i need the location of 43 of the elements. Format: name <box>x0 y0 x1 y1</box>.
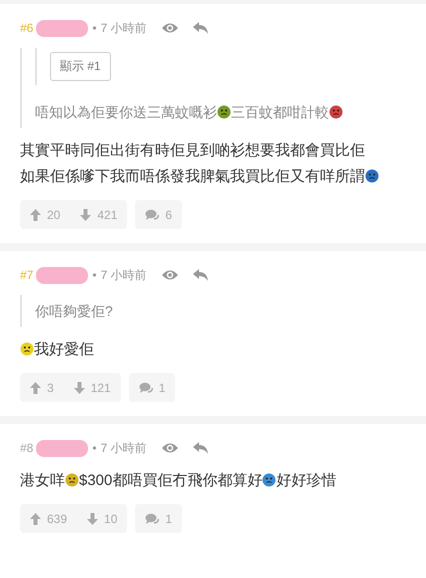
downvote-icon <box>80 208 92 220</box>
post-number: #7 <box>20 268 34 282</box>
post-time: 7 小時前 <box>100 266 147 284</box>
separator-dot: • <box>92 21 97 35</box>
downvote-icon <box>87 512 98 524</box>
replies-button[interactable]: 1 <box>135 504 182 533</box>
vote-button[interactable]: 3 121 <box>20 373 121 402</box>
vote-button[interactable]: 639 10 <box>20 504 128 533</box>
upvote-icon <box>30 208 41 220</box>
text-run: $300都唔買佢冇飛你都算好 <box>79 472 262 489</box>
text-run: 你唔夠愛佢? <box>35 303 113 319</box>
eye-icon[interactable] <box>160 269 179 281</box>
reply-icon[interactable] <box>192 442 209 454</box>
upvote-icon <box>30 512 41 524</box>
vote-button[interactable]: 20 421 <box>20 200 128 229</box>
show-quote-button[interactable]: 顯示 #1 <box>50 52 111 81</box>
text-run: 其實平時同佢出街有時佢見到啲衫想要我都會買比佢 <box>20 142 365 159</box>
reply-icon[interactable] <box>192 22 209 34</box>
separator-dot: • <box>92 268 97 282</box>
upvote-icon <box>30 382 41 394</box>
redaction-mark <box>36 266 88 284</box>
replies-button[interactable]: 1 <box>128 373 176 402</box>
post-number: #6 <box>20 21 34 35</box>
text-run: 我好愛佢 <box>34 341 94 358</box>
text-run: 如果佢係嗲下我而唔係發我脾氣我買比佢又有咩所謂 <box>20 168 365 185</box>
post-time: 7 小時前 <box>100 20 147 36</box>
text-run: 唔知以為佢要你送三萬蚊嘅衫 <box>35 104 217 120</box>
redaction-mark <box>36 440 88 456</box>
eye-icon[interactable] <box>160 22 179 34</box>
comment-icon <box>145 512 160 524</box>
reply-icon[interactable] <box>192 269 209 281</box>
post-number: #8 <box>20 441 34 455</box>
comment-icon <box>138 382 153 394</box>
separator-dot: • <box>92 441 97 455</box>
text-run: 好好珍惜 <box>276 472 336 489</box>
text-run: 港女咩 <box>20 472 65 489</box>
redaction-mark <box>36 20 88 36</box>
replies-button[interactable]: 6 <box>135 200 182 229</box>
eye-icon[interactable] <box>160 442 179 454</box>
text-run: 三百蚊都咁計較 <box>231 104 329 120</box>
post-time: 7 小時前 <box>100 440 147 456</box>
comment-icon <box>145 208 160 220</box>
downvote-icon <box>74 382 85 394</box>
